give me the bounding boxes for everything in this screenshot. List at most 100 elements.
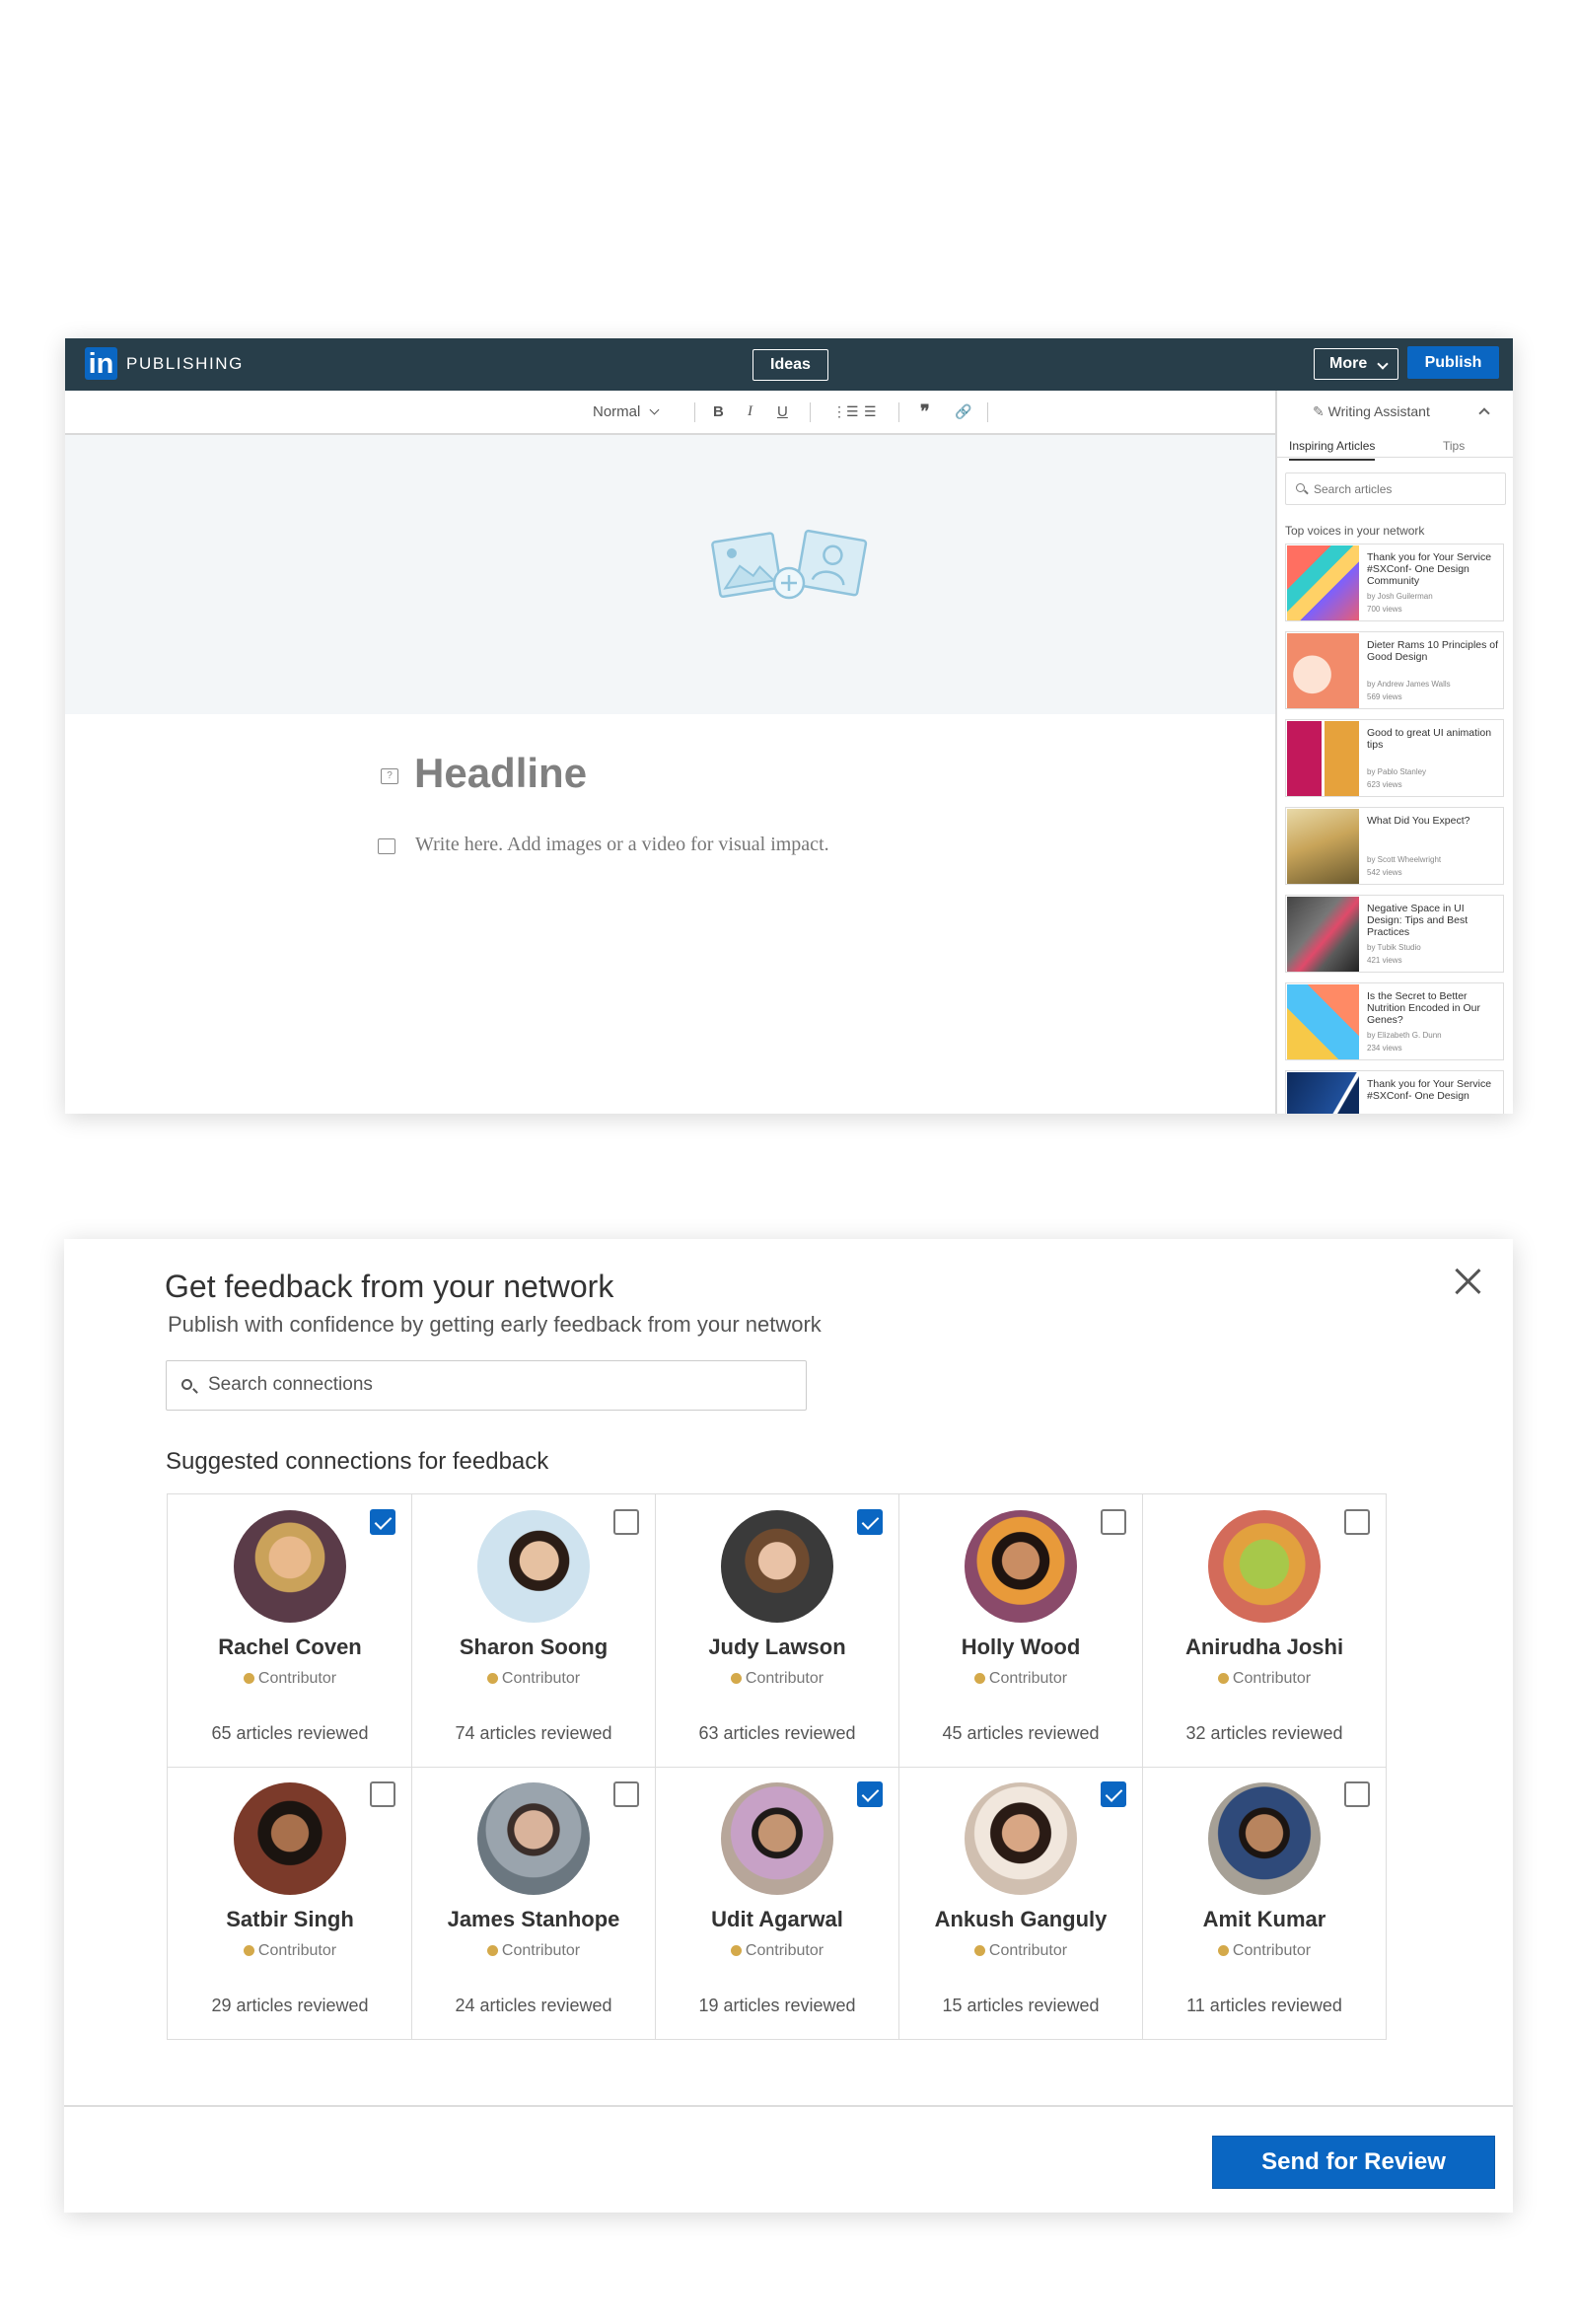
headline-help-icon[interactable]: ? bbox=[381, 768, 398, 784]
article-card[interactable]: What Did You Expect? by Scott Wheelwrigh… bbox=[1285, 807, 1504, 885]
connection-card[interactable]: Sharon Soong Contributor 74 articles revie… bbox=[411, 1494, 656, 1768]
connection-role: Contributor bbox=[1142, 1670, 1387, 1688]
checkbox-icon[interactable] bbox=[1344, 1509, 1370, 1535]
modal-subtitle: Publish with confidence by getting early… bbox=[168, 1312, 822, 1337]
article-card[interactable]: Dieter Rams 10 Principles of Good Design… bbox=[1285, 631, 1504, 709]
connection-role-label: Contributor bbox=[1232, 1942, 1312, 1959]
medal-icon bbox=[973, 1673, 985, 1684]
linkedin-logo-icon[interactable]: in bbox=[85, 347, 117, 380]
article-card[interactable]: Negative Space in UI Design: Tips and Be… bbox=[1285, 895, 1504, 973]
ideas-button[interactable]: Ideas bbox=[752, 349, 828, 381]
article-author: by Andrew James Walls bbox=[1367, 680, 1451, 689]
article-card[interactable]: Thank you for Your Service #SXConf- One … bbox=[1285, 1070, 1504, 1114]
articles-reviewed-count: 74 articles reviewed bbox=[455, 1723, 612, 1743]
tab-tips[interactable]: Tips bbox=[1443, 439, 1465, 453]
articles-reviewed-count: 15 articles reviewed bbox=[942, 1996, 1100, 2015]
article-title: Is the Secret to Better Nutrition Encode… bbox=[1367, 990, 1480, 1026]
pencil-icon: ✎ bbox=[1313, 403, 1325, 419]
connection-name: Rachel Coven bbox=[218, 1634, 362, 1659]
connection-card[interactable]: James Stanhope Contributor 24 articles rev… bbox=[411, 1767, 656, 2040]
connection-card[interactable]: Udit Agarwal Contributor 19 articles revie… bbox=[655, 1767, 899, 2040]
connections-search-input[interactable]: Search connections bbox=[166, 1360, 807, 1411]
article-card[interactable]: Is the Secret to Better Nutrition Encode… bbox=[1285, 982, 1504, 1060]
top-voices-heading: Top voices in your network bbox=[1285, 524, 1425, 538]
checkbox-checked-icon[interactable] bbox=[370, 1509, 395, 1535]
articles-reviewed-count: 29 articles reviewed bbox=[211, 1996, 369, 2015]
connection-card[interactable]: Ankush Ganguly Contributor 15 articles rev… bbox=[898, 1767, 1143, 2040]
checkbox-icon[interactable] bbox=[1344, 1781, 1370, 1807]
add-media-icon[interactable] bbox=[378, 838, 395, 854]
article-editor[interactable]: ? Headline Write here. Add images or a v… bbox=[65, 714, 1275, 1114]
link-icon[interactable]: 🔗 bbox=[955, 403, 971, 420]
suggested-connections-heading: Suggested connections for feedback bbox=[166, 1448, 549, 1475]
article-card[interactable]: Thank you for Your Service #SXConf- One … bbox=[1285, 544, 1504, 621]
headline-input[interactable]: Headline bbox=[414, 750, 587, 797]
writing-assistant-title: Writing Assistant bbox=[1327, 403, 1430, 419]
chevron-up-icon[interactable] bbox=[1478, 407, 1490, 419]
avatar bbox=[721, 1782, 833, 1895]
connection-role-label: Contributor bbox=[745, 1942, 824, 1959]
avatar bbox=[1208, 1782, 1321, 1895]
article-author: by Elizabeth G. Dunn bbox=[1367, 1031, 1442, 1040]
connection-name: Amit Kumar bbox=[1202, 1907, 1326, 1931]
articles-reviewed-count: 65 articles reviewed bbox=[211, 1723, 369, 1743]
checkbox-icon[interactable] bbox=[370, 1781, 395, 1807]
quote-icon[interactable]: ❞ bbox=[920, 401, 930, 422]
checkbox-icon[interactable] bbox=[613, 1509, 639, 1535]
connection-name: Ankush Ganguly bbox=[934, 1907, 1108, 1931]
chevron-down-icon bbox=[1377, 358, 1389, 370]
connection-card[interactable]: Rachel Coven Contributor 65 articles revie… bbox=[168, 1494, 412, 1768]
checkbox-checked-icon[interactable] bbox=[1101, 1781, 1126, 1807]
cover-image-area[interactable] bbox=[65, 435, 1275, 714]
medal-icon bbox=[1217, 1673, 1229, 1684]
medal-icon bbox=[486, 1673, 498, 1684]
checkbox-icon[interactable] bbox=[1101, 1509, 1126, 1535]
connection-card[interactable]: Satbir Singh Contributor 29 articles revie… bbox=[168, 1767, 412, 2040]
article-search-input[interactable]: Search articles bbox=[1285, 472, 1506, 505]
connection-role-label: Contributor bbox=[501, 1942, 581, 1959]
add-image-icon[interactable] bbox=[710, 528, 870, 607]
brand-label: PUBLISHING bbox=[126, 354, 244, 373]
footer-divider bbox=[64, 2105, 1513, 2107]
connections-grid: Rachel Coven Contributor 65 articles revie… bbox=[167, 1493, 1387, 2040]
checkbox-checked-icon[interactable] bbox=[857, 1509, 883, 1535]
article-thumbnail bbox=[1287, 984, 1359, 1059]
search-icon bbox=[181, 1379, 192, 1390]
send-for-review-button[interactable]: Send for Review bbox=[1212, 2136, 1495, 2189]
article-title: Good to great UI animation tips bbox=[1367, 727, 1492, 751]
medal-icon bbox=[730, 1673, 742, 1684]
checkbox-icon[interactable] bbox=[613, 1781, 639, 1807]
article-thumbnail bbox=[1287, 545, 1359, 620]
publish-button[interactable]: Publish bbox=[1407, 346, 1499, 379]
checkbox-checked-icon[interactable] bbox=[857, 1781, 883, 1807]
connection-card[interactable]: Holly Wood Contributor 45 articles reviewe… bbox=[898, 1494, 1143, 1768]
tab-inspiring-articles[interactable]: Inspiring Articles bbox=[1289, 439, 1376, 461]
underline-icon[interactable]: U bbox=[777, 403, 788, 420]
medal-icon bbox=[486, 1945, 498, 1956]
connection-role-label: Contributor bbox=[988, 1942, 1068, 1959]
avatar bbox=[477, 1782, 590, 1895]
connection-name: Holly Wood bbox=[961, 1634, 1081, 1659]
article-title: Negative Space in UI Design: Tips and Be… bbox=[1367, 903, 1469, 938]
connection-card[interactable]: Amit Kumar Contributor 11 articles reviewe… bbox=[1142, 1767, 1387, 2040]
articles-reviewed-count: 24 articles reviewed bbox=[455, 1996, 612, 2015]
more-button[interactable]: More bbox=[1314, 348, 1398, 380]
numbered-list-icon[interactable]: ⋮☰ bbox=[832, 403, 859, 420]
more-label: More bbox=[1329, 355, 1368, 372]
bulleted-list-icon[interactable]: ☰ bbox=[864, 403, 877, 420]
connection-role-label: Contributor bbox=[988, 1670, 1068, 1687]
avatar bbox=[234, 1510, 346, 1623]
close-icon[interactable] bbox=[1453, 1267, 1482, 1296]
connection-role: Contributor bbox=[655, 1670, 899, 1688]
articles-reviewed-count: 45 articles reviewed bbox=[942, 1723, 1100, 1743]
italic-icon[interactable]: I bbox=[748, 403, 752, 420]
connection-name: Judy Lawson bbox=[708, 1634, 846, 1659]
body-input[interactable]: Write here. Add images or a video for vi… bbox=[415, 834, 829, 856]
connection-card[interactable]: Judy Lawson Contributor 63 articles review… bbox=[655, 1494, 899, 1768]
bold-icon[interactable]: B bbox=[713, 403, 724, 420]
article-card[interactable]: Good to great UI animation tips by Pablo… bbox=[1285, 719, 1504, 797]
writing-assistant-header[interactable]: ✎ Writing Assistant bbox=[1313, 403, 1430, 420]
connection-card[interactable]: Anirudha Joshi Contributor 32 articles rev… bbox=[1142, 1494, 1387, 1768]
connection-role-label: Contributor bbox=[745, 1670, 824, 1687]
text-style-select[interactable]: Normal bbox=[593, 403, 659, 420]
